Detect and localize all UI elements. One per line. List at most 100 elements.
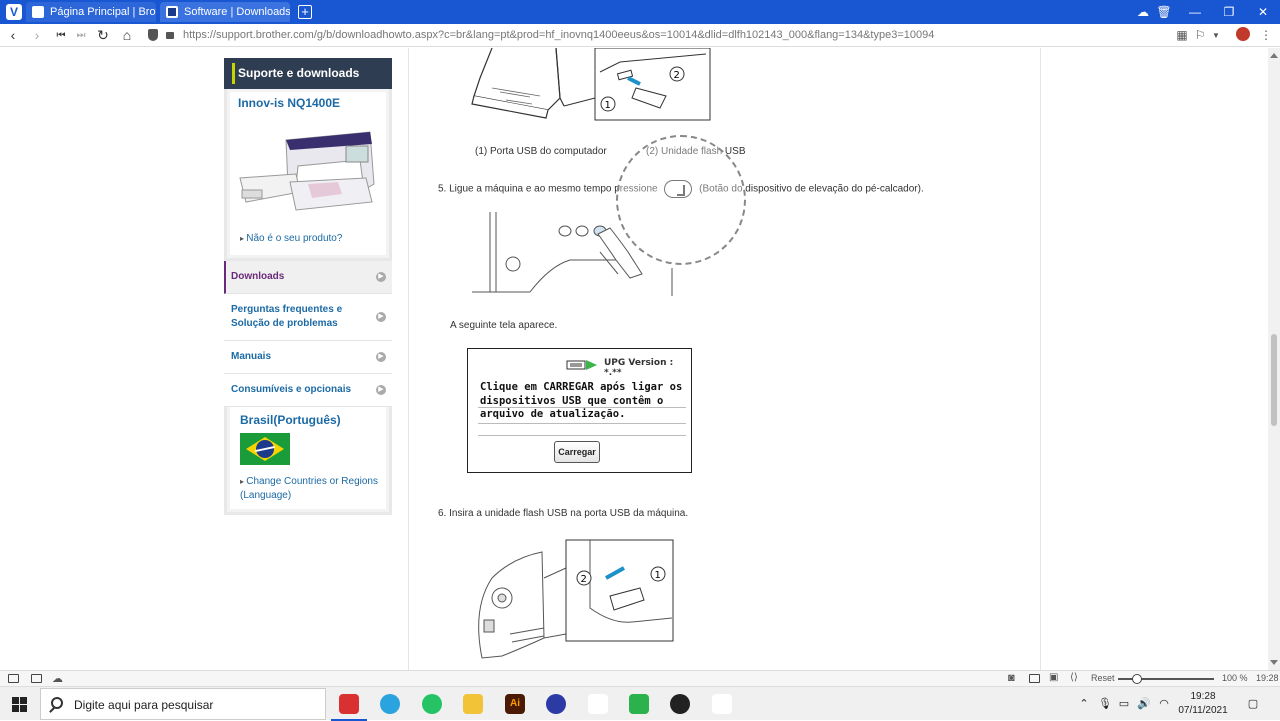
sidebar-item-label: Manuais xyxy=(231,351,272,362)
network-app-icon[interactable] xyxy=(712,694,732,714)
carregar-button: Carregar xyxy=(554,441,600,463)
forward-icon[interactable]: › xyxy=(28,24,46,47)
image-icon[interactable]: ▣ xyxy=(1049,672,1058,683)
camera-icon[interactable]: ◙ xyxy=(1008,672,1015,684)
scrollbar-thumb[interactable] xyxy=(1271,334,1277,426)
lock-icon[interactable] xyxy=(166,32,174,39)
chevron-right-icon: ▶ xyxy=(376,385,386,395)
obs-app-icon[interactable] xyxy=(670,694,690,714)
minimize-button[interactable]: — xyxy=(1186,0,1204,24)
sewing-machine-image xyxy=(239,131,375,211)
brother-favicon-icon xyxy=(32,6,44,18)
embird-app-icon[interactable] xyxy=(546,694,566,714)
fast-forward-icon[interactable]: ⏭ xyxy=(72,24,90,47)
reset-zoom-button[interactable]: Reset xyxy=(1091,673,1115,683)
zoom-slider-knob[interactable] xyxy=(1132,674,1142,684)
vivaldi-app-icon[interactable] xyxy=(331,694,367,721)
main-content: 1 2 (1) Porta USB do computador (2) Unid… xyxy=(410,48,1040,670)
region-box: Brasil(Português) Change Countries or Re… xyxy=(224,407,392,515)
vivaldi-menu-button[interactable]: V xyxy=(6,4,22,20)
change-region-link[interactable]: Change Countries or Regions (Language) xyxy=(240,475,380,503)
sidebar-header: Suporte e downloads xyxy=(224,58,392,89)
cloud-sync-icon[interactable]: ☁ xyxy=(1134,0,1152,24)
volume-icon[interactable]: 🔊 xyxy=(1137,687,1151,721)
reload-icon[interactable]: ↻ xyxy=(94,24,112,47)
rewind-icon[interactable]: ⏮ xyxy=(52,24,70,47)
wifi-icon[interactable]: ◠ xyxy=(1157,687,1171,721)
brazil-flag-icon xyxy=(240,433,290,465)
code-icon[interactable]: ⟨⟩ xyxy=(1070,672,1078,683)
whatsapp-app-icon[interactable] xyxy=(422,694,442,714)
telegram-app-icon[interactable] xyxy=(380,694,400,714)
file-explorer-icon[interactable] xyxy=(463,694,483,714)
back-icon[interactable]: ‹ xyxy=(4,24,22,47)
cloud-icon[interactable]: ☁ xyxy=(52,672,63,685)
notifications-icon[interactable]: ▢ xyxy=(1244,687,1262,721)
tab-home[interactable]: Página Principal | Brother B xyxy=(26,2,156,22)
dropdown-icon[interactable]: ▼ xyxy=(1208,27,1224,44)
upg-version: UPG Version : *.** xyxy=(604,358,674,378)
qr-code-icon[interactable]: ▦ xyxy=(1174,27,1190,44)
search-placeholder: Digite aqui para pesquisar xyxy=(74,698,214,712)
sidebar-item-manuals[interactable]: Manuais ▶ xyxy=(224,341,392,374)
panel-toggle-icon[interactable] xyxy=(8,674,19,683)
sidebar-item-downloads[interactable]: Downloads ▶ xyxy=(224,261,392,294)
svg-text:2: 2 xyxy=(674,70,680,81)
machine-buttons-illustration xyxy=(472,212,673,296)
windows-start-icon[interactable] xyxy=(12,697,27,712)
bookmark-icon[interactable]: ⚐ xyxy=(1192,27,1208,44)
trash-icon[interactable]: 🗑 xyxy=(1156,0,1172,24)
close-window-button[interactable]: ✕ xyxy=(1254,0,1272,24)
taskbar-clock[interactable]: 19:28 07/11/2021 xyxy=(1170,690,1236,718)
upg-message: Clique em CARREGAR após ligar os disposi… xyxy=(480,381,683,420)
tab-bar: V Página Principal | Brother B Software … xyxy=(0,0,1280,24)
tray-chevron-up-icon[interactable]: ⌃ xyxy=(1077,687,1091,721)
url-field[interactable]: https://support.brother.com/g/b/download… xyxy=(148,26,1160,45)
new-tab-button[interactable]: + xyxy=(298,5,312,19)
sidebar-item-faq[interactable]: Perguntas frequentes e Solução de proble… xyxy=(224,294,392,341)
chevron-right-icon: ▶ xyxy=(376,352,386,362)
sidebar-item-label: Downloads xyxy=(231,271,285,282)
search-icon xyxy=(51,697,63,709)
step-6: 6. Insira a unidade flash USB na porta U… xyxy=(438,508,689,519)
zoom-level: 100 % xyxy=(1222,673,1248,683)
caption-usb-port: (1) Porta USB do computador xyxy=(475,146,607,157)
not-your-product-link[interactable]: Não é o seu produto? xyxy=(240,233,342,244)
tab-title: Software | Downloads | Inno xyxy=(184,6,290,18)
sidebar: Suporte e downloads Innov-is NQ1400E Não… xyxy=(224,58,392,515)
brother-favicon-icon xyxy=(166,6,178,18)
usb-update-icon xyxy=(566,360,597,370)
tile-tabs-icon[interactable] xyxy=(31,674,42,683)
sidebar-item-consumables[interactable]: Consumíveis e opcionais ▶ xyxy=(224,374,392,407)
content-divider-left xyxy=(408,48,409,670)
tab-downloads[interactable]: Software | Downloads | Inno xyxy=(160,2,290,22)
svg-text:2: 2 xyxy=(581,574,587,585)
sidebar-item-label: Perguntas frequentes e Solução de proble… xyxy=(231,304,343,329)
product-box: Innov-is NQ1400E Não é o seu produto? xyxy=(224,89,392,261)
tab-title: Página Principal | Brother B xyxy=(50,6,156,18)
machine-usb-insert-illustration: 2 1 xyxy=(478,539,674,659)
product-name[interactable]: Innov-is NQ1400E xyxy=(238,96,340,110)
maximize-button[interactable]: ❐ xyxy=(1220,0,1238,24)
chevron-right-icon: ▶ xyxy=(376,312,386,322)
shield-icon[interactable] xyxy=(148,29,158,41)
battery-icon[interactable]: ▭ xyxy=(1117,687,1131,721)
scroll-down-icon[interactable] xyxy=(1270,660,1278,665)
vertical-scrollbar[interactable] xyxy=(1268,48,1280,670)
taskbar-search[interactable]: Digite aqui para pesquisar xyxy=(40,688,326,720)
status-time: 19:28 xyxy=(1256,673,1279,683)
window-icon[interactable] xyxy=(1029,674,1040,683)
laptop-usb-illustration: 1 2 xyxy=(471,48,711,121)
ublock-extension-icon[interactable] xyxy=(1236,27,1250,41)
sewing-app-icon[interactable] xyxy=(588,694,608,714)
url-text: https://support.brother.com/g/b/download… xyxy=(183,29,935,41)
scroll-up-icon[interactable] xyxy=(1270,53,1278,58)
microphone-icon[interactable]: 🎙 xyxy=(1098,687,1112,721)
svg-text:1: 1 xyxy=(655,570,661,581)
menu-more-icon[interactable]: ⋮ xyxy=(1258,27,1274,44)
svg-text:1: 1 xyxy=(605,100,611,111)
green-app-icon[interactable] xyxy=(629,694,649,714)
chevron-right-icon: ▶ xyxy=(376,272,386,282)
illustrator-app-icon[interactable]: Ai xyxy=(505,694,525,714)
home-icon[interactable]: ⌂ xyxy=(118,24,136,47)
